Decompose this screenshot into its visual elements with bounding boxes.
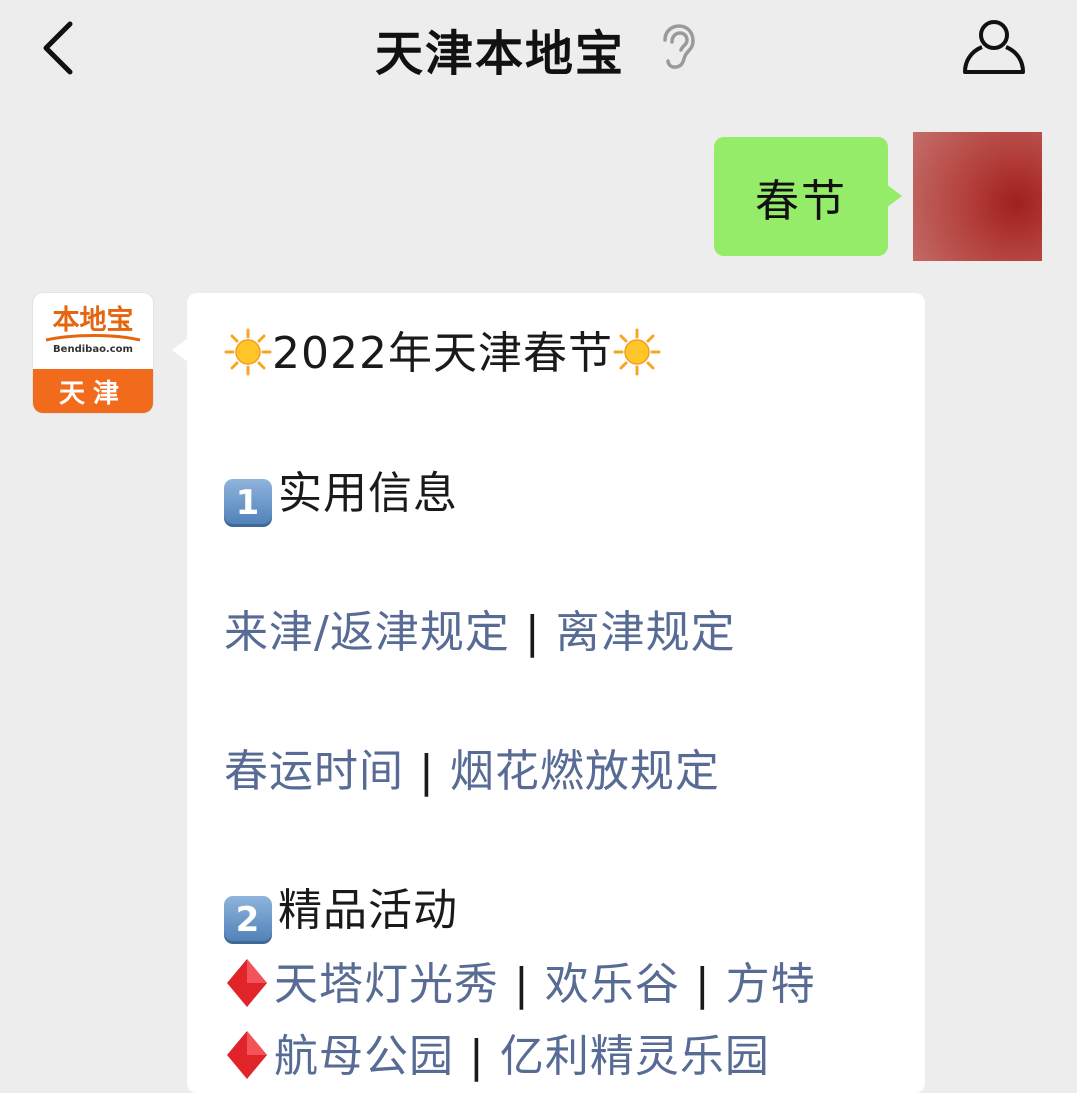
chat-title: 天津本地宝 (374, 26, 625, 82)
logo-text: 本地宝 (52, 305, 134, 336)
ear-icon (663, 24, 695, 69)
separator: | (419, 746, 435, 797)
link-spring-travel-time[interactable]: 春运时间 (224, 746, 404, 797)
link-arrival-return-rules[interactable]: 来津/返津规定 (224, 607, 510, 658)
sun-icon (224, 328, 272, 376)
chat-header: 天津本地宝 (0, 0, 1077, 100)
message-title-line: 2022年天津春节 (224, 327, 661, 381)
separator: | (694, 959, 711, 1010)
link-carrier-park[interactable]: 航母公园 (274, 1031, 454, 1082)
separator: | (469, 1031, 485, 1082)
link-leaving-rules[interactable]: 离津规定 (556, 607, 736, 658)
person-icon[interactable] (962, 18, 1026, 76)
logo-swoosh-icon (45, 334, 141, 342)
keycap-2-icon: 2 (224, 896, 272, 944)
section-heading-2: 2 精品活动 (224, 884, 458, 944)
separator: | (514, 959, 530, 1010)
logo-city: 天津 (33, 369, 153, 413)
link-elion-elf-park[interactable]: 亿利精灵乐园 (500, 1031, 770, 1082)
outgoing-message-bubble[interactable]: 春节 (714, 137, 888, 256)
link-row-3: 天塔灯光秀 | 欢乐谷 | 方特 (224, 957, 816, 1012)
link-fantawild[interactable]: 方特 (726, 959, 816, 1010)
link-happy-valley[interactable]: 欢乐谷 (545, 959, 680, 1010)
bot-avatar[interactable]: 本地宝 Bendibao.com 天津 (33, 293, 153, 413)
link-row-4: 航母公园 | 亿利精灵乐园 (224, 1029, 770, 1084)
link-tianta-light-show[interactable]: 天塔灯光秀 (274, 959, 499, 1010)
my-avatar[interactable] (913, 132, 1042, 261)
keycap-1-icon: 1 (224, 479, 272, 527)
separator: | (524, 607, 541, 658)
bendibao-logo: 本地宝 Bendibao.com (33, 293, 153, 369)
message-title: 2022年天津春节 (272, 328, 613, 379)
link-row-2: 春运时间 | 烟花燃放规定 (224, 745, 720, 799)
outgoing-bubble-tail (886, 184, 902, 208)
red-diamond-icon (227, 959, 267, 1007)
link-fireworks-rules[interactable]: 烟花燃放规定 (450, 746, 720, 797)
outgoing-message-text: 春节 (755, 175, 847, 227)
incoming-bubble-tail (172, 338, 188, 362)
section-label: 实用信息 (278, 468, 458, 519)
section-heading-1: 1 实用信息 (224, 467, 458, 527)
logo-domain: Bendibao.com (53, 344, 133, 355)
red-diamond-icon (227, 1031, 267, 1079)
section-label: 精品活动 (278, 885, 458, 936)
link-row-1: 来津/返津规定 | 离津规定 (224, 606, 736, 660)
sun-icon (613, 328, 661, 376)
